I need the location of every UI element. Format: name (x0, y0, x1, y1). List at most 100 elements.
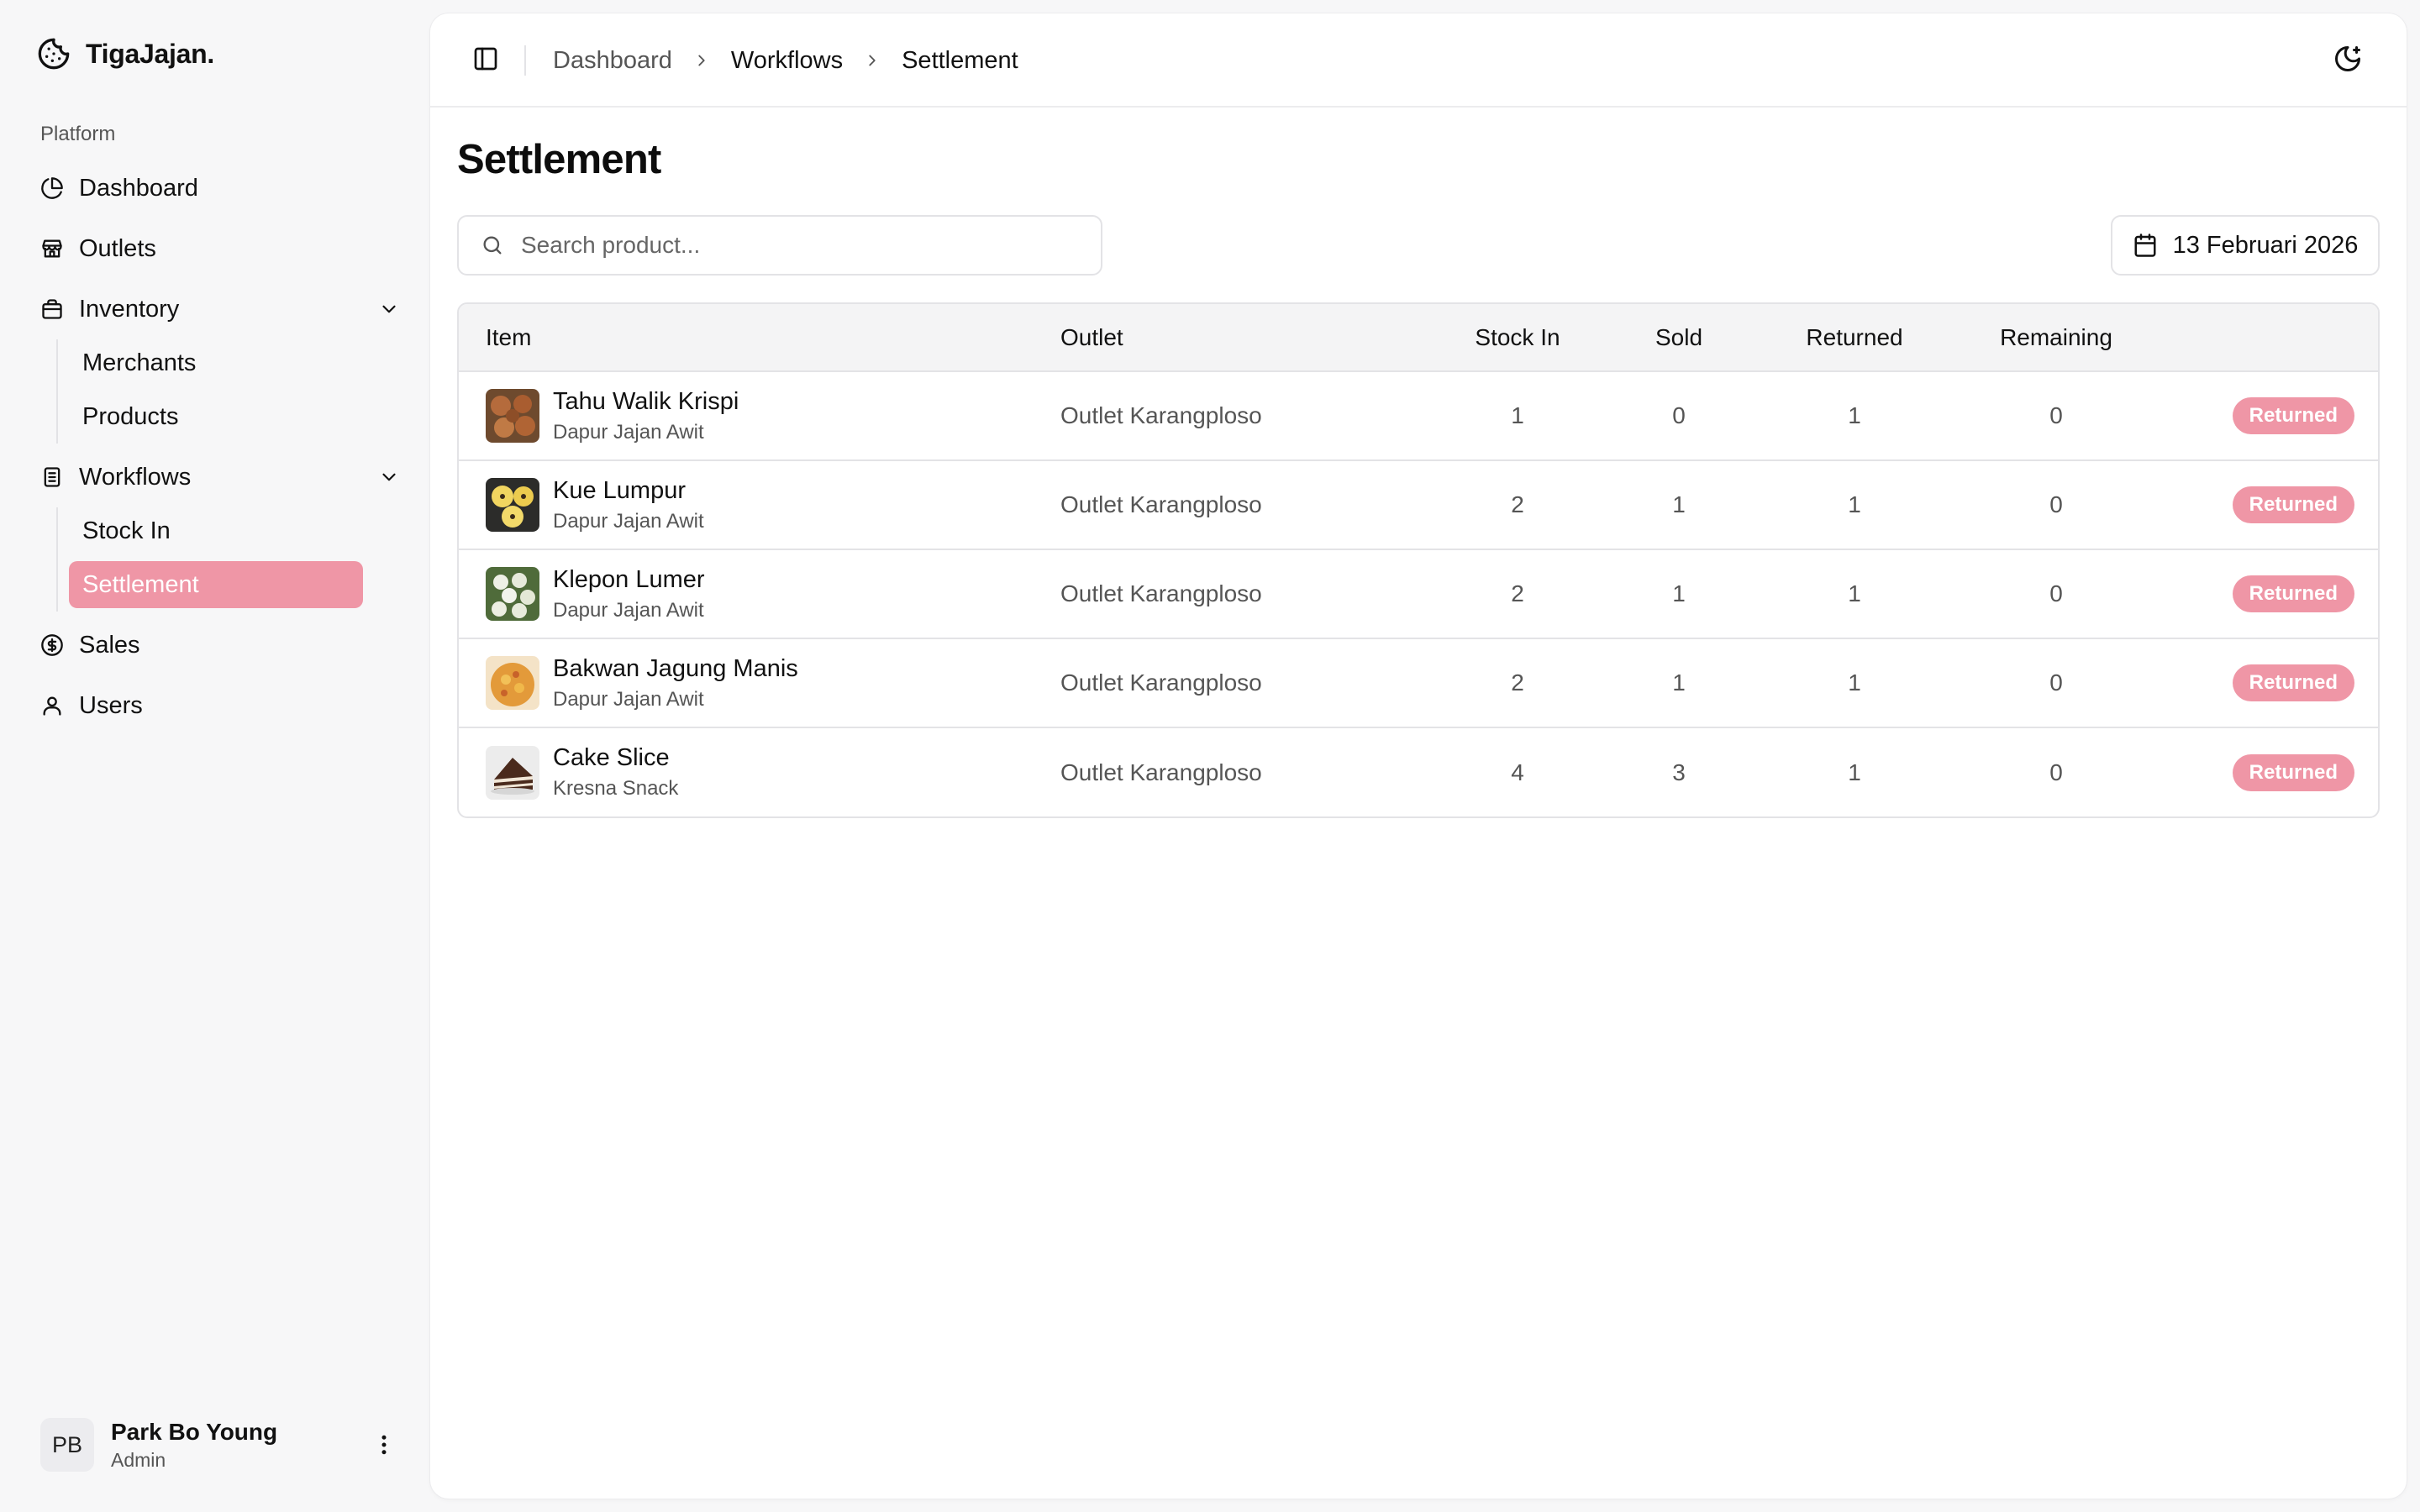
stock-in-cell: 2 (1439, 549, 1597, 638)
product-name: Kue Lumpur (553, 476, 686, 504)
status-badge: Returned (2232, 397, 2354, 434)
more-vertical-icon[interactable] (371, 1432, 397, 1457)
search-input[interactable] (521, 232, 1076, 259)
top-bar: Dashboard Workflows Settlement (430, 13, 2407, 108)
user-name: Park Bo Young (111, 1418, 278, 1445)
table-row[interactable]: Bakwan Jagung Manis Dapur Jajan Awit Out… (459, 638, 2378, 727)
remaining-cell: 0 (1948, 727, 2165, 816)
sold-cell: 1 (1597, 638, 1761, 727)
sold-cell: 3 (1597, 727, 1761, 816)
search-icon (481, 234, 504, 257)
search-box[interactable] (457, 215, 1102, 276)
app-name: TigaJajan. (86, 38, 214, 69)
stock-in-cell: 2 (1439, 459, 1597, 549)
table-row[interactable]: Kue Lumpur Dapur Jajan Awit Outlet Karan… (459, 459, 2378, 549)
date-picker-button[interactable]: 13 Februari 2026 (2111, 215, 2380, 276)
sidebar-item-users[interactable]: Users (37, 682, 400, 729)
product-thumbnail (486, 478, 539, 532)
sold-cell: 0 (1672, 402, 1686, 428)
remaining-cell: 0 (1948, 638, 2165, 727)
merchant-name: Dapur Jajan Awit (553, 420, 704, 444)
chevron-down-icon[interactable] (378, 466, 400, 488)
product-name: Tahu Walik Krispi (553, 387, 739, 415)
table-row[interactable]: Klepon Lumer Dapur Jajan Awit Outlet Kar… (459, 549, 2378, 638)
stock-in-cell: 1 (1511, 402, 1524, 428)
column-header-outlet: Outlet (1060, 304, 1439, 372)
remaining-cell: 0 (2049, 402, 2063, 428)
sidebar: TigaJajan. Platform Dashboard Outlets In… (0, 0, 430, 1512)
breadcrumb: Dashboard Workflows Settlement (553, 44, 1018, 77)
status-badge: Returned (2232, 753, 2354, 791)
column-header-remaining: Remaining (1948, 304, 2165, 372)
sidebar-toggle-icon[interactable] (472, 45, 502, 76)
table-row[interactable]: Tahu Walik Krispi Dapur Jajan Awit Outle… (459, 371, 2378, 460)
product-thumbnail (486, 389, 539, 443)
column-header-item: Item (459, 304, 1060, 372)
product-name: Bakwan Jagung Manis (553, 654, 798, 682)
returned-cell: 1 (1848, 402, 1861, 428)
table-header-row: Item Outlet Stock In Sold Returned Remai… (459, 304, 2378, 372)
sidebar-item-settlement[interactable]: Settlement (69, 561, 363, 608)
remaining-cell: 0 (1948, 549, 2165, 638)
status-badge: Returned (2232, 486, 2354, 523)
merchant-name: Dapur Jajan Awit (553, 509, 704, 533)
sidebar-item-stock-in[interactable]: Stock In (69, 507, 363, 554)
sold-cell: 1 (1597, 549, 1761, 638)
user-icon (40, 694, 64, 717)
outlet-cell: Outlet Karangploso (1060, 727, 1439, 816)
merchant-name: Kresna Snack (553, 777, 679, 800)
sidebar-item-products[interactable]: Products (69, 393, 363, 440)
package-icon (40, 297, 64, 321)
product-name: Klepon Lumer (553, 565, 705, 593)
column-header-status (2165, 304, 2378, 372)
avatar: PB (40, 1418, 94, 1472)
brand[interactable]: TigaJajan. (37, 37, 214, 71)
returned-cell: 1 (1761, 638, 1948, 727)
status-badge: Returned (2232, 575, 2354, 612)
breadcrumb-settlement: Settlement (902, 46, 1018, 74)
stock-in-cell: 4 (1439, 727, 1597, 816)
product-name: Cake Slice (553, 744, 670, 771)
user-menu[interactable]: PB Park Bo Young Admin (40, 1418, 397, 1472)
sidebar-item-sales[interactable]: Sales (37, 622, 400, 669)
main-panel: Dashboard Workflows Settlement Settlemen… (430, 13, 2407, 1499)
pie-chart-icon (40, 176, 64, 200)
user-role: Admin (111, 1448, 166, 1471)
remaining-cell: 0 (1948, 459, 2165, 549)
product-thumbnail (486, 656, 539, 710)
sidebar-item-outlets[interactable]: Outlets (37, 225, 400, 272)
sidebar-item-dashboard[interactable]: Dashboard (37, 165, 400, 212)
product-thumbnail (486, 745, 539, 800)
outlet-cell: Outlet Karangploso (1060, 638, 1439, 727)
product-thumbnail (486, 567, 539, 621)
theme-toggle-icon[interactable] (2333, 44, 2366, 77)
nav-group-label: Platform (40, 123, 116, 145)
table-row[interactable]: Cake Slice Kresna Snack Outlet Karangplo… (459, 727, 2378, 816)
clipboard-icon (40, 465, 64, 489)
returned-cell: 1 (1761, 549, 1948, 638)
page-title: Settlement (457, 137, 661, 182)
chevron-down-icon[interactable] (378, 298, 400, 320)
status-badge: Returned (2232, 664, 2354, 701)
sidebar-item-label: Sales (79, 631, 140, 659)
chevron-right-icon (863, 51, 881, 70)
chevron-right-icon (692, 51, 711, 70)
stock-in-cell: 2 (1439, 638, 1597, 727)
outlet-cell: Outlet Karangploso (1060, 459, 1439, 549)
sidebar-item-inventory[interactable]: Inventory (37, 286, 400, 333)
sidebar-item-label: Users (79, 691, 143, 719)
breadcrumb-workflows[interactable]: Workflows (731, 47, 843, 75)
column-header-sold: Sold (1597, 304, 1761, 372)
breadcrumb-dashboard[interactable]: Dashboard (553, 47, 672, 75)
date-label: 13 Februari 2026 (2172, 231, 2359, 259)
sidebar-item-workflows[interactable]: Workflows (37, 454, 400, 501)
submenu-rail (56, 507, 58, 612)
sidebar-item-label: Outlets (79, 234, 156, 262)
returned-cell: 1 (1761, 727, 1948, 816)
sidebar-item-merchants[interactable]: Merchants (69, 339, 363, 386)
returned-cell: 1 (1761, 459, 1948, 549)
sidebar-item-label: Inventory (79, 295, 180, 323)
calendar-icon (2133, 233, 2158, 258)
sold-cell: 1 (1597, 459, 1761, 549)
merchant-name: Dapur Jajan Awit (553, 687, 704, 711)
